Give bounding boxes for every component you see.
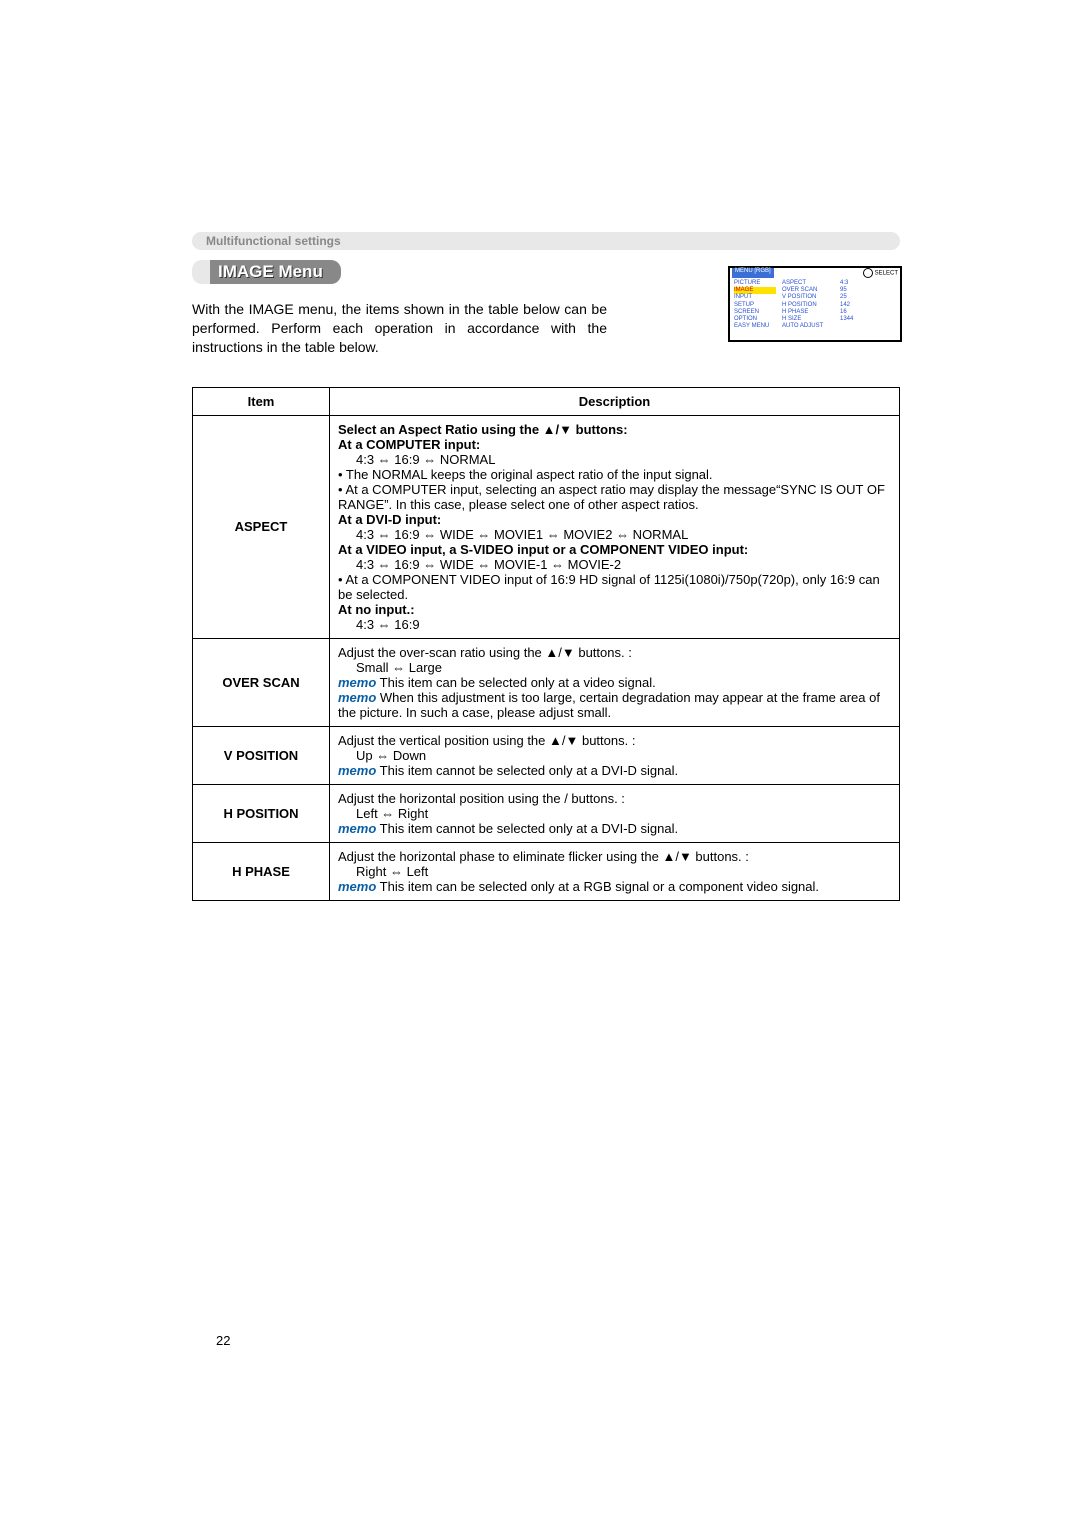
row-desc: Adjust the vertical position using the ▲…: [330, 726, 900, 784]
table-row: V POSITION Adjust the vertical position …: [193, 726, 900, 784]
osd-row: SCREENH PHASE16: [734, 309, 896, 316]
page: Multifunctional settings IMAGE Menu With…: [0, 0, 1080, 1528]
col-header-item: Item: [193, 387, 330, 415]
row-desc: Adjust the horizontal position using the…: [330, 784, 900, 842]
table-row: H POSITION Adjust the horizontal positio…: [193, 784, 900, 842]
select-icon: [863, 268, 873, 278]
intro-text: With the IMAGE menu, the items shown in …: [192, 300, 607, 357]
row-item: H POSITION: [193, 784, 330, 842]
osd-row: EASY MENUAUTO ADJUST: [734, 323, 896, 330]
table-row: H PHASE Adjust the horizontal phase to e…: [193, 842, 900, 900]
osd-body: PICTUREASPECT4:3 IMAGEOVER SCAN95 INPUTV…: [730, 278, 900, 340]
row-item: V POSITION: [193, 726, 330, 784]
table-row: ASPECT Select an Aspect Ratio using the …: [193, 415, 900, 638]
osd-row: IMAGEOVER SCAN95: [734, 287, 896, 294]
page-title: IMAGE Menu: [218, 262, 323, 281]
osd-preview: MENU [RGB] SELECT PICTUREASPECT4:3 IMAGE…: [728, 266, 902, 342]
title-bar: IMAGE Menu: [192, 260, 341, 284]
osd-row: INPUTV POSITION25: [734, 294, 896, 301]
osd-row: OPTIONH SIZE1344: [734, 316, 896, 323]
osd-row: PICTUREASPECT4:3: [734, 280, 896, 287]
osd-header-left: MENU [RGB]: [732, 268, 774, 278]
table-row: OVER SCAN Adjust the over-scan ratio usi…: [193, 638, 900, 726]
col-header-desc: Description: [330, 387, 900, 415]
row-item: OVER SCAN: [193, 638, 330, 726]
table-header: Item Description: [193, 387, 900, 415]
image-menu-table: Item Description ASPECT Select an Aspect…: [192, 387, 900, 901]
row-desc: Adjust the over-scan ratio using the ▲/▼…: [330, 638, 900, 726]
row-desc: Adjust the horizontal phase to eliminate…: [330, 842, 900, 900]
osd-header-right: SELECT: [863, 268, 898, 278]
section-label: Multifunctional settings: [192, 232, 900, 250]
row-item: H PHASE: [193, 842, 330, 900]
osd-row: SETUPH POSITION142: [734, 302, 896, 309]
osd-header: MENU [RGB] SELECT: [730, 268, 900, 278]
page-number: 22: [216, 1333, 230, 1348]
row-item: ASPECT: [193, 415, 330, 638]
row-desc: Select an Aspect Ratio using the ▲/▼ but…: [330, 415, 900, 638]
